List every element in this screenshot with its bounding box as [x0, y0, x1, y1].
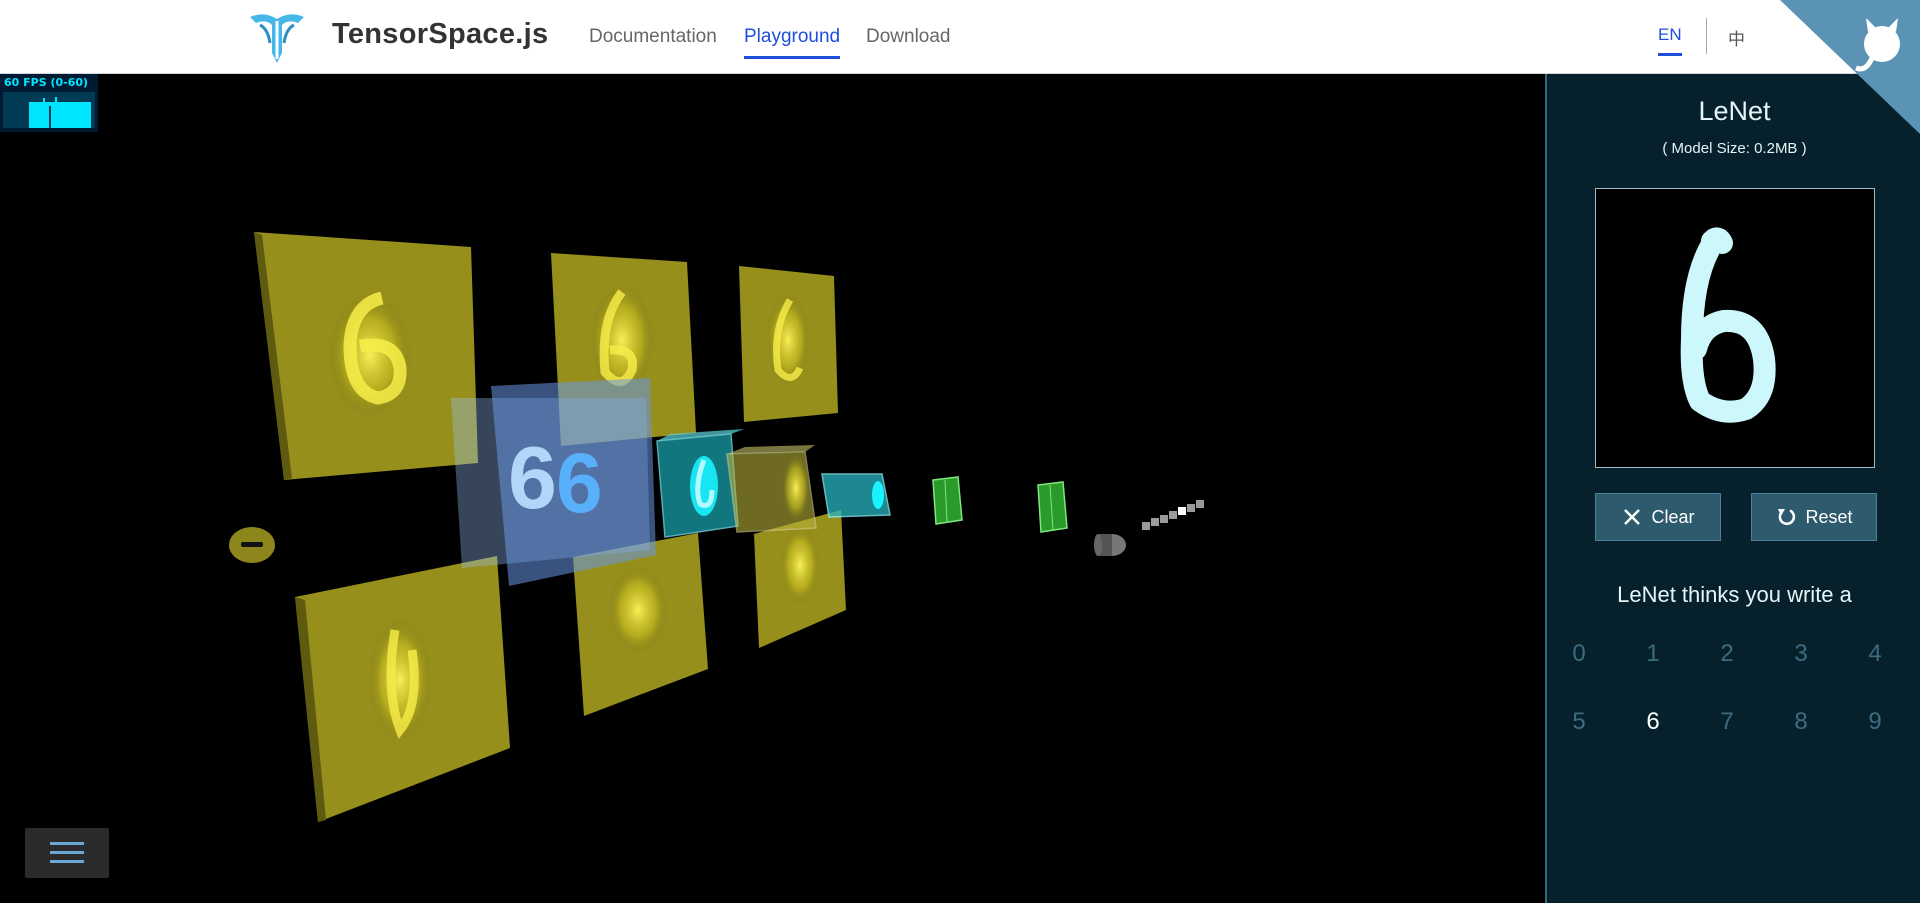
fps-meter[interactable]: 60 FPS (0-60) [0, 74, 98, 132]
digit-9: 9 [1868, 708, 1882, 735]
fps-graph [3, 92, 95, 128]
brand-name[interactable]: TensorSpace.js [332, 18, 548, 51]
reset-button[interactable]: Reset [1751, 493, 1877, 541]
dense-layers[interactable] [932, 476, 1068, 533]
digit-8: 8 [1794, 708, 1808, 735]
model-size: ( Model Size: 0.2MB ) [1662, 140, 1807, 157]
model-3d-viewport[interactable]: 6 6 [0, 74, 1545, 903]
digit-3: 3 [1794, 640, 1808, 667]
hamburger-menu-icon [50, 842, 84, 863]
lenet-visualization: 6 6 [229, 232, 1204, 822]
svg-text:6: 6 [508, 428, 557, 527]
prediction-label: LeNet thinks you write a [1617, 582, 1852, 607]
nav-download[interactable]: Download [866, 26, 951, 56]
nav-documentation[interactable]: Documentation [589, 26, 717, 56]
tensorspace-logo-icon[interactable] [246, 9, 308, 65]
drawing-canvas[interactable] [1595, 188, 1875, 468]
digit-1: 1 [1646, 640, 1660, 667]
svg-text:6: 6 [556, 436, 603, 530]
refresh-icon [1778, 509, 1796, 526]
language-divider [1706, 18, 1707, 54]
input-layer[interactable] [229, 527, 275, 563]
digit-7: 7 [1720, 708, 1734, 735]
digit-0: 0 [1572, 640, 1586, 667]
clear-button-label: Clear [1651, 506, 1695, 527]
github-corner-link[interactable] [1780, 0, 1920, 134]
nav-playground[interactable]: Playground [744, 26, 841, 59]
close-icon [1624, 509, 1641, 525]
clear-button[interactable]: Clear [1595, 493, 1721, 541]
digit-4: 4 [1868, 640, 1882, 667]
reset-button-label: Reset [1805, 506, 1853, 527]
language-zh[interactable]: 中 [1728, 25, 1745, 58]
language-en[interactable]: EN [1658, 25, 1682, 56]
drawn-digit [1680, 227, 1776, 423]
conv-layer-cubes[interactable] [656, 429, 891, 538]
model-control-panel: LeNet ( Model Size: 0.2MB ) Clear Reset … [1545, 74, 1920, 903]
output-layer[interactable] [1094, 500, 1204, 556]
digit-5: 5 [1572, 708, 1586, 735]
digit-2: 2 [1720, 640, 1734, 667]
menu-button[interactable] [25, 828, 109, 878]
digit-6-predicted: 6 [1646, 708, 1660, 735]
fps-label: 60 FPS (0-60) [4, 76, 89, 89]
top-navigation-bar: TensorSpace.js Documentation Playground … [0, 0, 1920, 74]
selected-input-panel[interactable]: 6 6 [451, 378, 656, 586]
